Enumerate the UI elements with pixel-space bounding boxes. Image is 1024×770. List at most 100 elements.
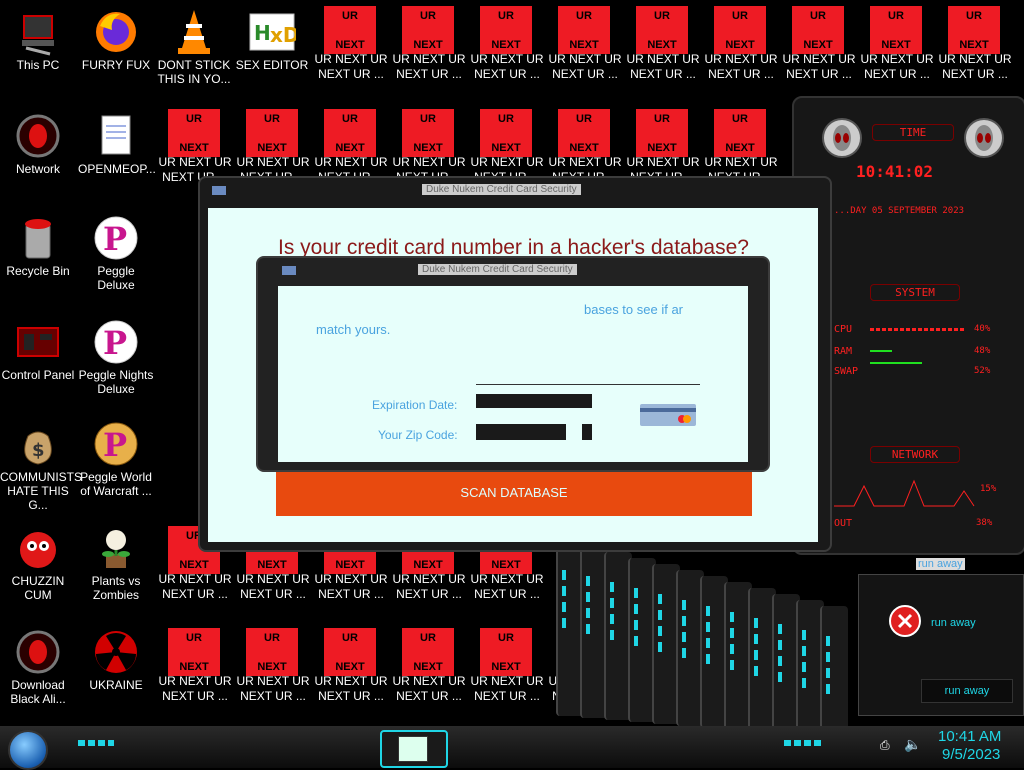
tile-bottom-text: NEXT (179, 559, 209, 571)
tile-top-text: UR (186, 113, 202, 125)
ur-next-tile-icon: UR NEXT (714, 6, 766, 54)
ur-next-tile-icon: UR NEXT (480, 6, 532, 54)
taskbar-date[interactable]: 9/5/2023 (942, 746, 1000, 763)
ur-next-desktop-icon[interactable]: UR NEXTUR NEXT UR NEXT UR ... (780, 0, 858, 96)
desktop-icon-recycle-bin[interactable]: Recycle Bin (0, 214, 76, 278)
tile-bottom-text: NEXT (647, 39, 677, 51)
desktop-icon-communists[interactable]: $ COMMUNISTS HATE THIS G... (0, 420, 82, 512)
desktop-icon-peggle-nights[interactable]: P Peggle Nights Deluxe (78, 318, 154, 396)
ur-next-tile-icon: UR NEXT (324, 109, 376, 157)
expiration-input[interactable] (476, 394, 592, 408)
window-content: bases to see if ar match yours. Expirati… (278, 286, 748, 462)
desktop-icon-peggle-deluxe[interactable]: P Peggle Deluxe (78, 214, 154, 292)
tile-bottom-text: NEXT (179, 142, 209, 154)
ur-next-desktop-icon[interactable]: UR NEXTUR NEXT UR NEXT UR ... (234, 622, 312, 718)
desktop-icon-label: UR NEXT UR NEXT UR ... (470, 572, 544, 601)
desktop-icon-sex-editor[interactable]: HxD SEX EDITOR (234, 8, 310, 72)
volume-tray-icon[interactable]: 🔈 (904, 736, 921, 753)
document-icon (92, 112, 140, 160)
desktop-icon-label: COMMUNISTS HATE THIS G... (0, 470, 82, 512)
money-bag-icon: $ (14, 420, 62, 468)
tile-top-text: UR (576, 10, 592, 22)
vlc-cone-icon (170, 8, 218, 56)
desktop-icon-ukraine[interactable]: UKRAINE (78, 628, 154, 692)
tile-top-text: UR (186, 632, 202, 644)
tile-bottom-text: NEXT (491, 661, 521, 673)
taskbar-time[interactable]: 10:41 AM (938, 728, 1001, 745)
ur-next-tile-icon: UR NEXT (480, 109, 532, 157)
swap-bar (870, 362, 922, 364)
svg-text:P: P (103, 426, 127, 464)
ur-next-tile-icon: UR NEXT (402, 628, 454, 676)
svg-text:P: P (103, 324, 127, 362)
notepad-icon (398, 736, 428, 762)
net-out-label: OUT (834, 518, 853, 529)
ur-next-desktop-icon[interactable]: UR NEXTUR NEXT UR NEXT UR ... (390, 622, 468, 718)
ur-next-desktop-icon[interactable]: UR NEXTUR NEXT UR NEXT UR ... (624, 0, 702, 96)
ur-next-desktop-icon[interactable]: UR NEXTUR NEXT UR NEXT UR ... (312, 622, 390, 718)
date-readout: ...DAY 05 SEPTEMBER 2023 (834, 206, 965, 216)
ur-next-tile-icon: UR NEXT (558, 6, 610, 54)
desktop-icon-label: UR NEXT UR NEXT UR ... (314, 572, 388, 601)
desktop-icon-download-alien[interactable]: Download Black Ali... (0, 628, 76, 706)
taskbar-app-button[interactable] (380, 730, 448, 768)
desktop-icon-label: UR NEXT UR NEXT UR ... (704, 52, 778, 81)
run-away-dialog[interactable]: run away run away (858, 574, 1024, 716)
network-tray-icon[interactable]: ⎙ (880, 738, 894, 752)
ur-next-desktop-icon[interactable]: UR NEXTUR NEXT UR NEXT UR ... (468, 0, 546, 96)
desktop-icon-peggle-wow[interactable]: P Peggle World of Warcraft ... (78, 420, 154, 498)
ur-next-desktop-icon[interactable]: UR NEXTUR NEXT UR NEXT UR ... (390, 0, 468, 96)
run-away-message: run away (931, 617, 976, 629)
desktop-icon-label: FURRY FUX (81, 58, 151, 72)
desktop-icon-this-pc[interactable]: This PC (0, 8, 76, 72)
firefox-icon (92, 8, 140, 56)
tile-bottom-text: NEXT (569, 142, 599, 154)
desktop-icon-label: Peggle Nights Deluxe (78, 368, 154, 396)
tile-top-text: UR (342, 10, 358, 22)
desktop-icon-label: Peggle Deluxe (97, 264, 135, 292)
tile-bottom-text: NEXT (491, 142, 521, 154)
credit-card-form-window[interactable]: Duke Nukem Credit Card Security bases to… (256, 256, 770, 472)
desktop-icon-label: Peggle World of Warcraft ... (80, 470, 152, 498)
tile-top-text: UR (576, 113, 592, 125)
scan-database-button[interactable]: SCAN DATABASE (276, 470, 752, 516)
run-away-button[interactable]: run away (921, 679, 1013, 703)
desktop-icon-chuzzin[interactable]: CHUZZIN CUM (0, 524, 76, 602)
zip-input-extra[interactable] (582, 424, 592, 440)
desktop-icon-openmeop[interactable]: OPENMEOP... (78, 112, 156, 176)
desktop-icon-dont-stick[interactable]: DONT STICK THIS IN YO... (156, 8, 232, 86)
alien-head-icon-right (964, 118, 1004, 158)
ur-next-desktop-icon[interactable]: UR NEXTUR NEXT UR NEXT UR ... (156, 622, 234, 718)
desktop-icon-pvz[interactable]: Plants vs Zombies (78, 524, 154, 602)
tile-bottom-text: NEXT (647, 142, 677, 154)
desktop-icon-control-panel[interactable]: Control Panel (0, 318, 76, 382)
ur-next-tile-icon: UR NEXT (714, 109, 766, 157)
tile-bottom-text: NEXT (179, 661, 209, 673)
peggle-icon: P (92, 420, 140, 468)
start-button[interactable] (8, 730, 48, 770)
network-alien-icon (14, 112, 62, 160)
ur-next-desktop-icon[interactable]: UR NEXTUR NEXT UR NEXT UR ... (702, 0, 780, 96)
tile-top-text: UR (498, 632, 514, 644)
clock-readout: 10:41:02 (856, 162, 934, 181)
network-widget-title: NETWORK (870, 446, 960, 463)
desktop-icon-network[interactable]: Network (0, 112, 76, 176)
desktop-icon-label: Download Black Ali... (10, 678, 66, 706)
ur-next-desktop-icon[interactable]: UR NEXTUR NEXT UR NEXT UR ... (468, 622, 546, 718)
ur-next-desktop-icon[interactable]: UR NEXTUR NEXT UR NEXT UR ... (858, 0, 936, 96)
expiration-label: Expiration Date: (372, 398, 458, 412)
ur-next-desktop-icon[interactable]: UR NEXTUR NEXT UR NEXT UR ... (546, 0, 624, 96)
card-number-underline (476, 384, 700, 385)
desktop-icon-label: SEX EDITOR (235, 58, 309, 72)
desktop-icon-furry-fux[interactable]: FURRY FUX (78, 8, 154, 72)
tile-bottom-text: NEXT (491, 559, 521, 571)
zip-input[interactable] (476, 424, 566, 440)
ur-next-desktop-icon[interactable]: UR NEXTUR NEXT UR NEXT UR ... (312, 0, 390, 96)
net-out-value: 38% (976, 518, 993, 528)
computer-icon (14, 8, 62, 56)
tile-bottom-text: NEXT (257, 559, 287, 571)
tile-top-text: UR (342, 113, 358, 125)
tile-top-text: UR (810, 10, 826, 22)
tile-bottom-text: NEXT (959, 39, 989, 51)
ur-next-desktop-icon[interactable]: UR NEXTUR NEXT UR NEXT UR ... (936, 0, 1014, 96)
